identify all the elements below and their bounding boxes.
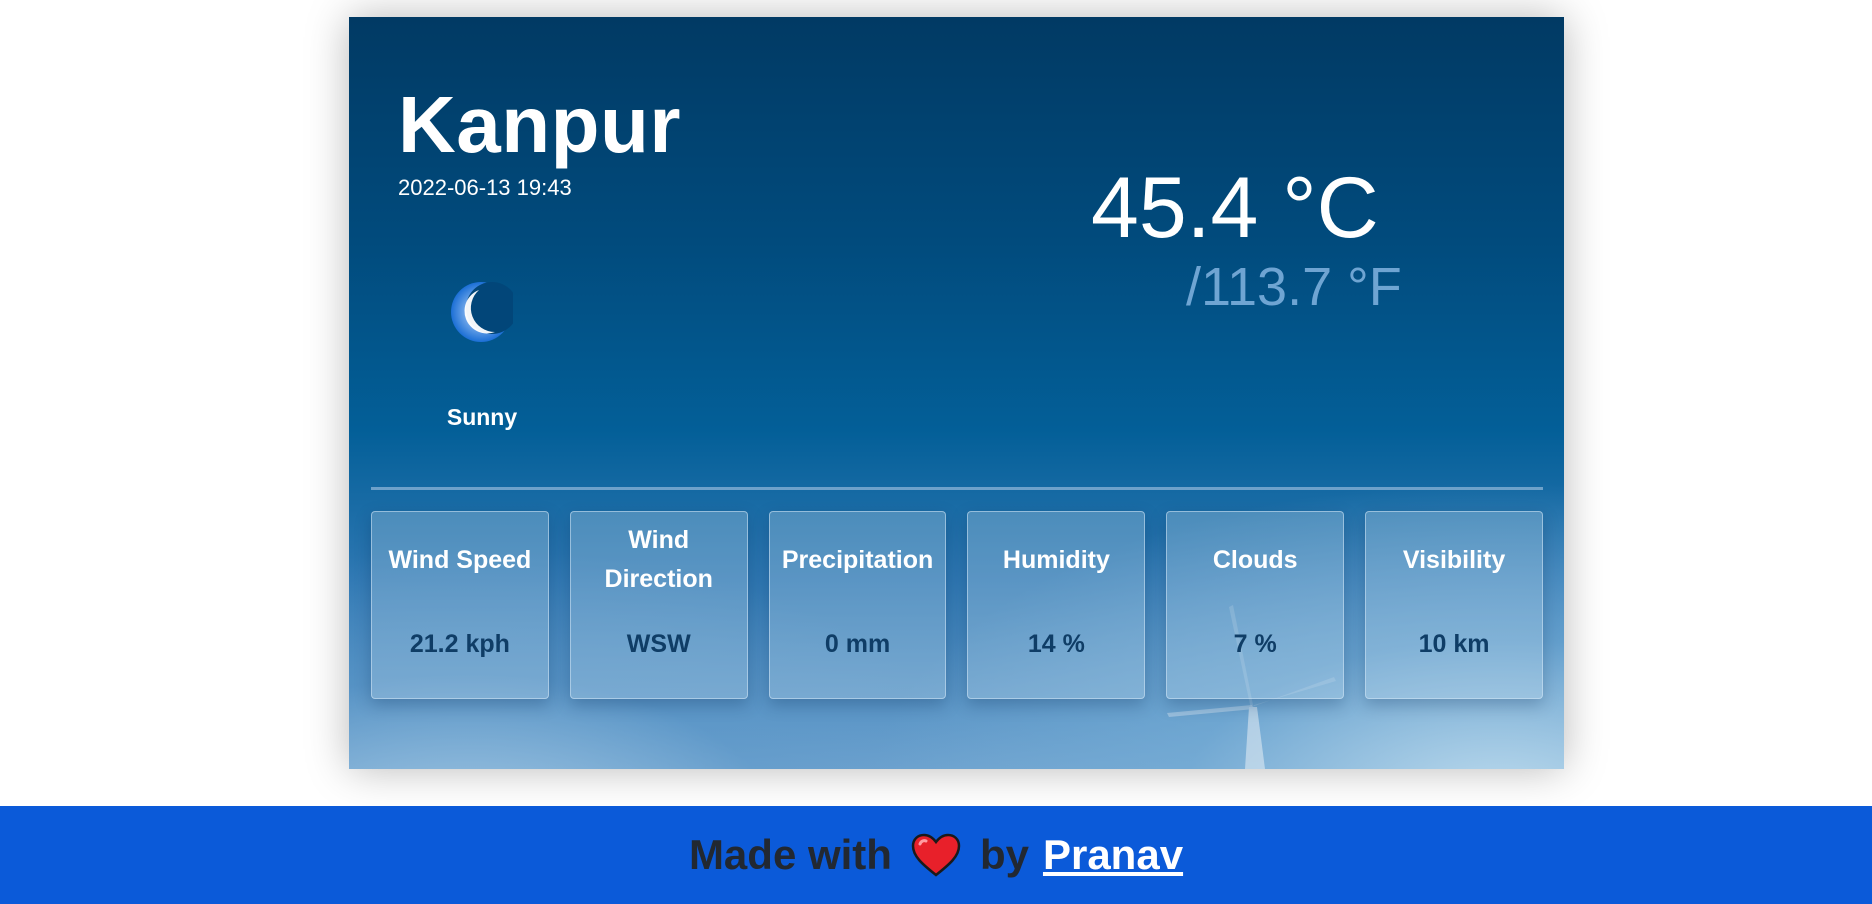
metric-label: Precipitation [781, 545, 934, 574]
author-link[interactable]: Pranav [1043, 831, 1183, 879]
metric-card-humidity: Humidity 14 % [967, 511, 1146, 699]
footer: Made with by Pranav [0, 806, 1872, 904]
metric-value: 21.2 kph [409, 630, 510, 658]
condition-text: Sunny [446, 404, 518, 430]
metric-card-wind-direction: Wind Direction WSW [569, 511, 748, 699]
metric-card-wind-speed: Wind Speed 21.2 kph [371, 511, 549, 699]
metric-label: Clouds [1212, 545, 1298, 574]
local-datetime: 2022-06-13 19:43 [398, 175, 572, 200]
metric-value: 14 % [1027, 630, 1085, 658]
footer-made-with-text: Made with [688, 831, 892, 878]
metric-value: 0 mm [824, 630, 891, 658]
metric-label: Visibility [1402, 545, 1506, 574]
metric-card-clouds: Clouds 7 % [1166, 511, 1345, 699]
footer-by-text: by [979, 831, 1029, 878]
metric-card-precipitation: Precipitation 0 mm [768, 511, 947, 699]
metric-label: Wind Direction [604, 526, 713, 593]
temperature-fahrenheit: /113.7 °F [1186, 257, 1402, 317]
divider [371, 487, 1543, 490]
city-name: Kanpur [398, 80, 681, 169]
metric-label: Humidity [1002, 545, 1110, 574]
moon-icon [451, 282, 513, 342]
metrics-row: Wind Speed 21.2 kph Wind Direction WSW P… [371, 511, 1543, 699]
weather-card: Kanpur 2022-06-13 19:43 Sunny 45.4 °C /1… [349, 17, 1564, 769]
metric-card-visibility: Visibility 10 km [1365, 511, 1543, 699]
metric-value: 7 % [1233, 630, 1277, 658]
page: Kanpur 2022-06-13 19:43 Sunny 45.4 °C /1… [0, 0, 1872, 904]
metric-value: WSW [626, 630, 691, 658]
heart-icon [911, 833, 961, 877]
temperature-celsius: 45.4 °C [1091, 160, 1379, 256]
metric-value: 10 km [1418, 630, 1490, 658]
metric-label: Wind Speed [388, 545, 532, 574]
